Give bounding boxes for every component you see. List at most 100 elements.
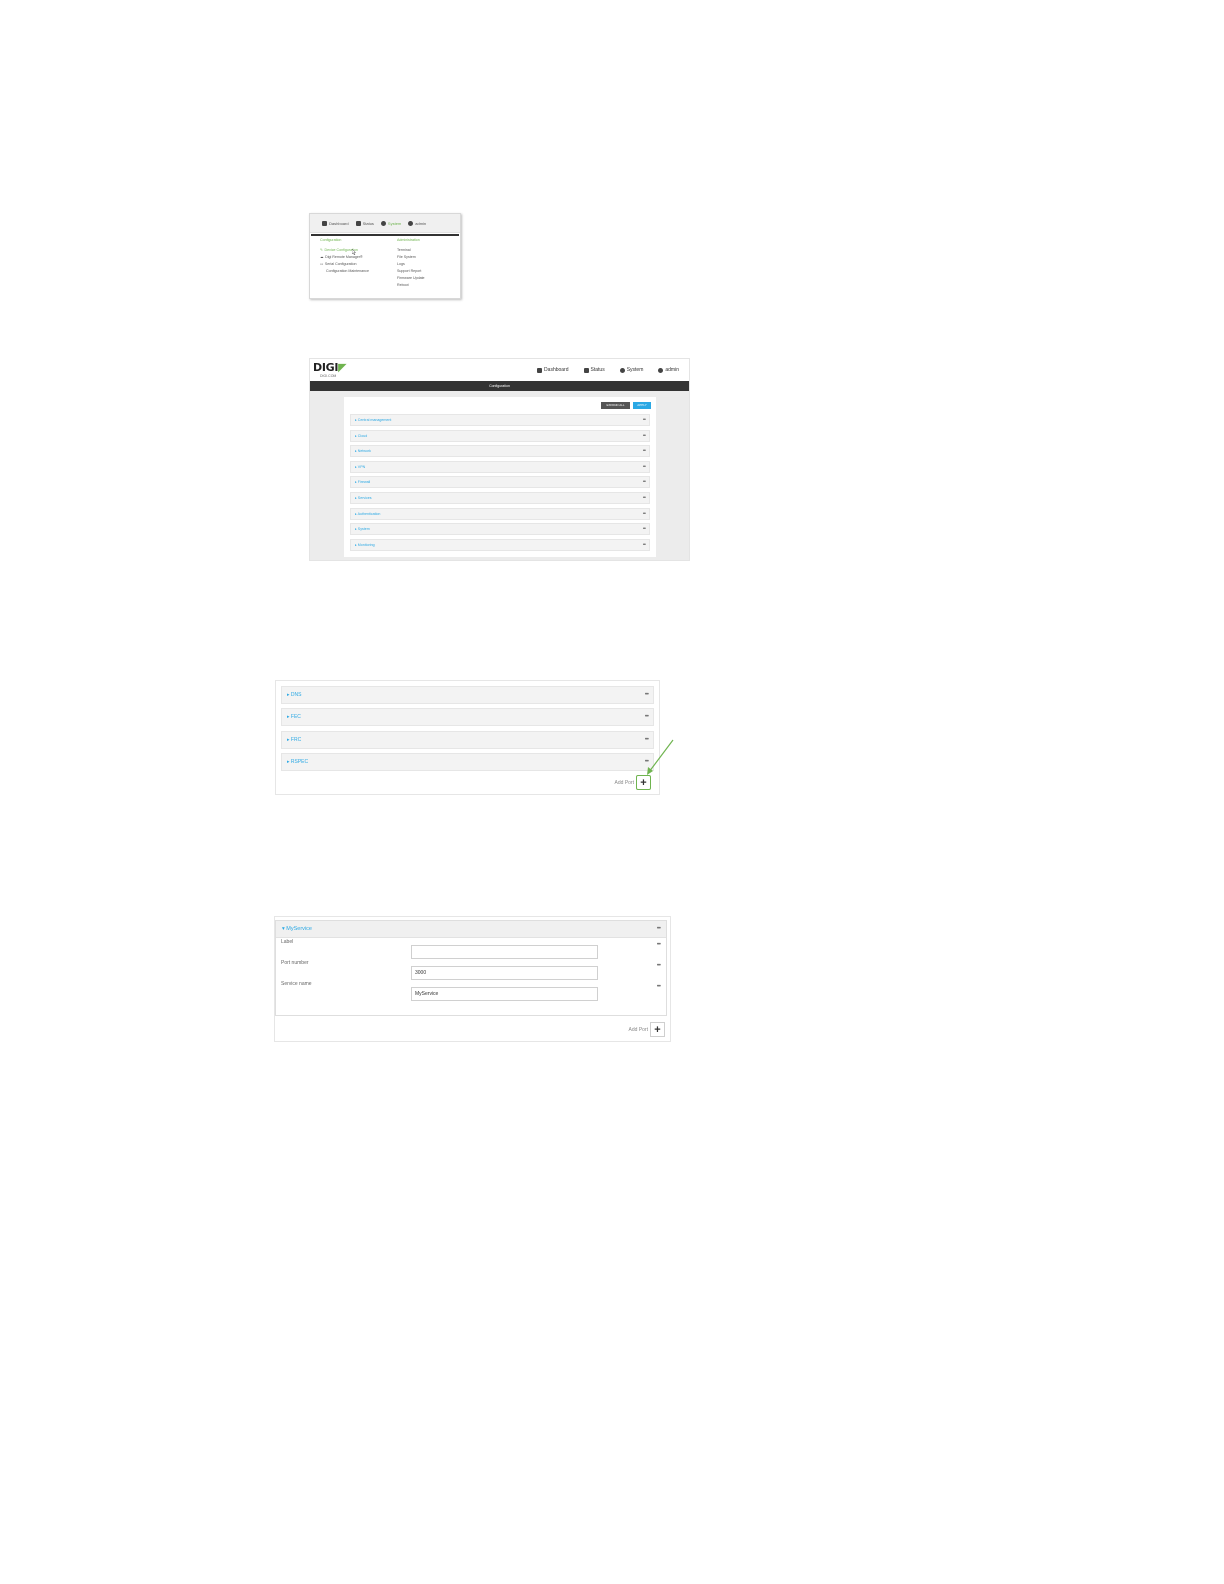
config-section-row[interactable]: ▸ VPN ••• — [350, 460, 650, 473]
port-row-label: ▸ RSPEC — [287, 758, 309, 765]
nav-status[interactable]: Status — [583, 367, 605, 373]
config-section-row[interactable]: ▸ Authentication ••• — [350, 507, 650, 520]
config-section-row[interactable]: ▸ Central management ••• — [350, 414, 650, 426]
action-buttons: EXPAND ALL APPLY — [601, 402, 651, 409]
nav-dashboard[interactable]: Dashboard — [537, 367, 569, 373]
port-row[interactable]: ▸ FRC ••• — [281, 730, 654, 749]
more-icon[interactable]: ••• — [643, 542, 646, 548]
more-icon[interactable]: ••• — [657, 963, 661, 969]
menu-support-report[interactable]: Support Report — [397, 269, 425, 273]
config-section-label: ▸ Services — [355, 495, 372, 500]
menu-firmware-update[interactable]: Firmware Update — [397, 276, 425, 280]
port-row-label: ▸ DNS — [287, 692, 302, 698]
page-title-bar: Configuration — [310, 381, 689, 391]
menu-remote-manager[interactable]: ☁ Digi Remote Manager® — [320, 255, 383, 259]
digi-logo: DIGI◤ — [313, 361, 347, 374]
more-icon[interactable]: ••• — [657, 984, 661, 990]
port-list: ▸ DNS ••• ▸ FEC ••• ▸ FRC ••• ▸ RSPEC ••• — [281, 686, 654, 775]
logo-tick-icon: ◤ — [338, 361, 347, 374]
top-nav: Dashboard Status System admin — [537, 367, 679, 373]
apply-button[interactable]: APPLY — [633, 402, 651, 409]
header: DIGI◤ DIGI.COM Dashboard Status System a… — [310, 359, 689, 381]
config-section-row[interactable]: ▸ Cloud ••• — [350, 429, 650, 442]
more-icon[interactable]: ••• — [643, 526, 646, 532]
config-section-label: ▸ Central management — [355, 418, 392, 422]
nav-admin[interactable]: admin — [408, 220, 426, 226]
user-icon — [408, 220, 414, 226]
plus-icon: + — [640, 776, 647, 789]
more-icon[interactable]: ••• — [657, 942, 661, 948]
menu-serial-configuration[interactable]: ▭ Serial Configuration — [320, 262, 383, 266]
menu-reboot[interactable]: Reboot — [397, 283, 425, 287]
service-form-screenshot: ▾ MyService ••• Label ••• Port number ••… — [274, 916, 671, 1042]
service-card: ▾ MyService ••• Label ••• Port number ••… — [275, 920, 667, 1016]
service-name-label: Service name — [281, 981, 312, 987]
plus-icon: + — [654, 1023, 661, 1036]
port-row[interactable]: ▸ DNS ••• — [281, 686, 654, 704]
config-section-row[interactable]: ▸ System ••• — [350, 523, 650, 536]
more-icon[interactable]: ••• — [643, 479, 646, 485]
menu-file-system[interactable]: File System — [397, 255, 425, 259]
config-section-row[interactable]: ▸ Firewall ••• — [350, 476, 650, 489]
label-input[interactable] — [411, 945, 598, 959]
more-icon[interactable]: ••• — [643, 511, 646, 517]
section-list: ▸ Central management ••• ▸ Cloud ••• ▸ Netwo… — [350, 414, 650, 554]
label-field-label: Label — [281, 939, 294, 945]
user-icon — [658, 367, 664, 373]
configuration-column: Configuration ✎ Device Configuration ☁ Dig… — [311, 238, 383, 297]
expand-all-button[interactable]: EXPAND ALL — [601, 402, 630, 409]
port-number-row: Port number ••• — [276, 959, 666, 980]
menu-logs[interactable]: Logs — [397, 262, 425, 266]
nav-system[interactable]: System — [380, 220, 401, 226]
gear-icon — [380, 220, 386, 226]
more-icon[interactable]: ••• — [643, 433, 646, 439]
nav-status[interactable]: Status — [355, 220, 374, 226]
system-dropdown: Configuration ✎ Device Configuration ☁ Dig… — [311, 234, 459, 297]
service-header[interactable]: ▾ MyService ••• — [276, 921, 666, 938]
nav-system[interactable]: System — [619, 367, 643, 373]
configuration-heading: Configuration — [320, 238, 342, 242]
port-number-label: Port number — [281, 960, 309, 966]
config-section-label: ▸ Authentication — [355, 511, 381, 516]
logo-subtitle: DIGI.COM — [320, 374, 337, 378]
nav-dashboard[interactable]: Dashboard — [322, 220, 349, 226]
more-icon[interactable]: ••• — [643, 495, 646, 501]
service-title: ▾ MyService — [282, 926, 312, 932]
more-icon[interactable]: ••• — [643, 448, 646, 454]
nav-admin[interactable]: admin — [658, 367, 679, 373]
config-section-label: ▸ System — [355, 527, 370, 532]
mouse-cursor-icon — [352, 249, 356, 255]
grid-icon — [583, 367, 589, 373]
add-port-button[interactable]: + — [650, 1022, 665, 1037]
port-row-label: ▸ FEC — [287, 714, 301, 721]
config-section-label: ▸ Network — [355, 449, 371, 454]
add-port-label: Add Port — [628, 1026, 648, 1033]
more-icon[interactable]: ••• — [657, 926, 661, 932]
cloud-icon: ☁ — [320, 255, 324, 259]
port-row[interactable]: ▸ RSPEC ••• — [281, 752, 654, 771]
port-row-label: ▸ FRC — [287, 736, 302, 743]
config-section-row[interactable]: ▸ Monitoring ••• — [350, 538, 650, 551]
more-icon[interactable]: ••• — [645, 714, 649, 720]
service-name-row: Service name ••• — [276, 980, 666, 1001]
serial-icon: ▭ — [320, 262, 324, 266]
config-section-label: ▸ Cloud — [355, 433, 368, 438]
menu-configuration-maintenance[interactable]: Configuration Maintenance — [320, 269, 383, 273]
dashboard-icon — [537, 367, 543, 373]
menu-terminal[interactable]: Terminal — [397, 248, 425, 252]
service-name-input[interactable] — [411, 987, 598, 1001]
config-section-label: ▸ Monitoring — [355, 542, 375, 547]
label-row: Label ••• — [276, 938, 666, 959]
more-icon[interactable]: ••• — [643, 464, 646, 470]
grid-icon — [355, 220, 361, 226]
config-section-label: ▸ VPN — [355, 464, 366, 469]
config-section-row[interactable]: ▸ Network ••• — [350, 445, 650, 458]
wrench-icon: ✎ — [320, 248, 324, 252]
more-icon[interactable]: ••• — [645, 692, 649, 698]
more-icon[interactable]: ••• — [643, 417, 646, 423]
configuration-panel: EXPAND ALL APPLY ▸ Central management •••… — [344, 397, 656, 557]
port-row[interactable]: ▸ FEC ••• — [281, 708, 654, 727]
port-number-input[interactable] — [411, 966, 598, 980]
add-port-control: Add Port + — [629, 1022, 665, 1037]
config-section-row[interactable]: ▸ Services ••• — [350, 491, 650, 504]
